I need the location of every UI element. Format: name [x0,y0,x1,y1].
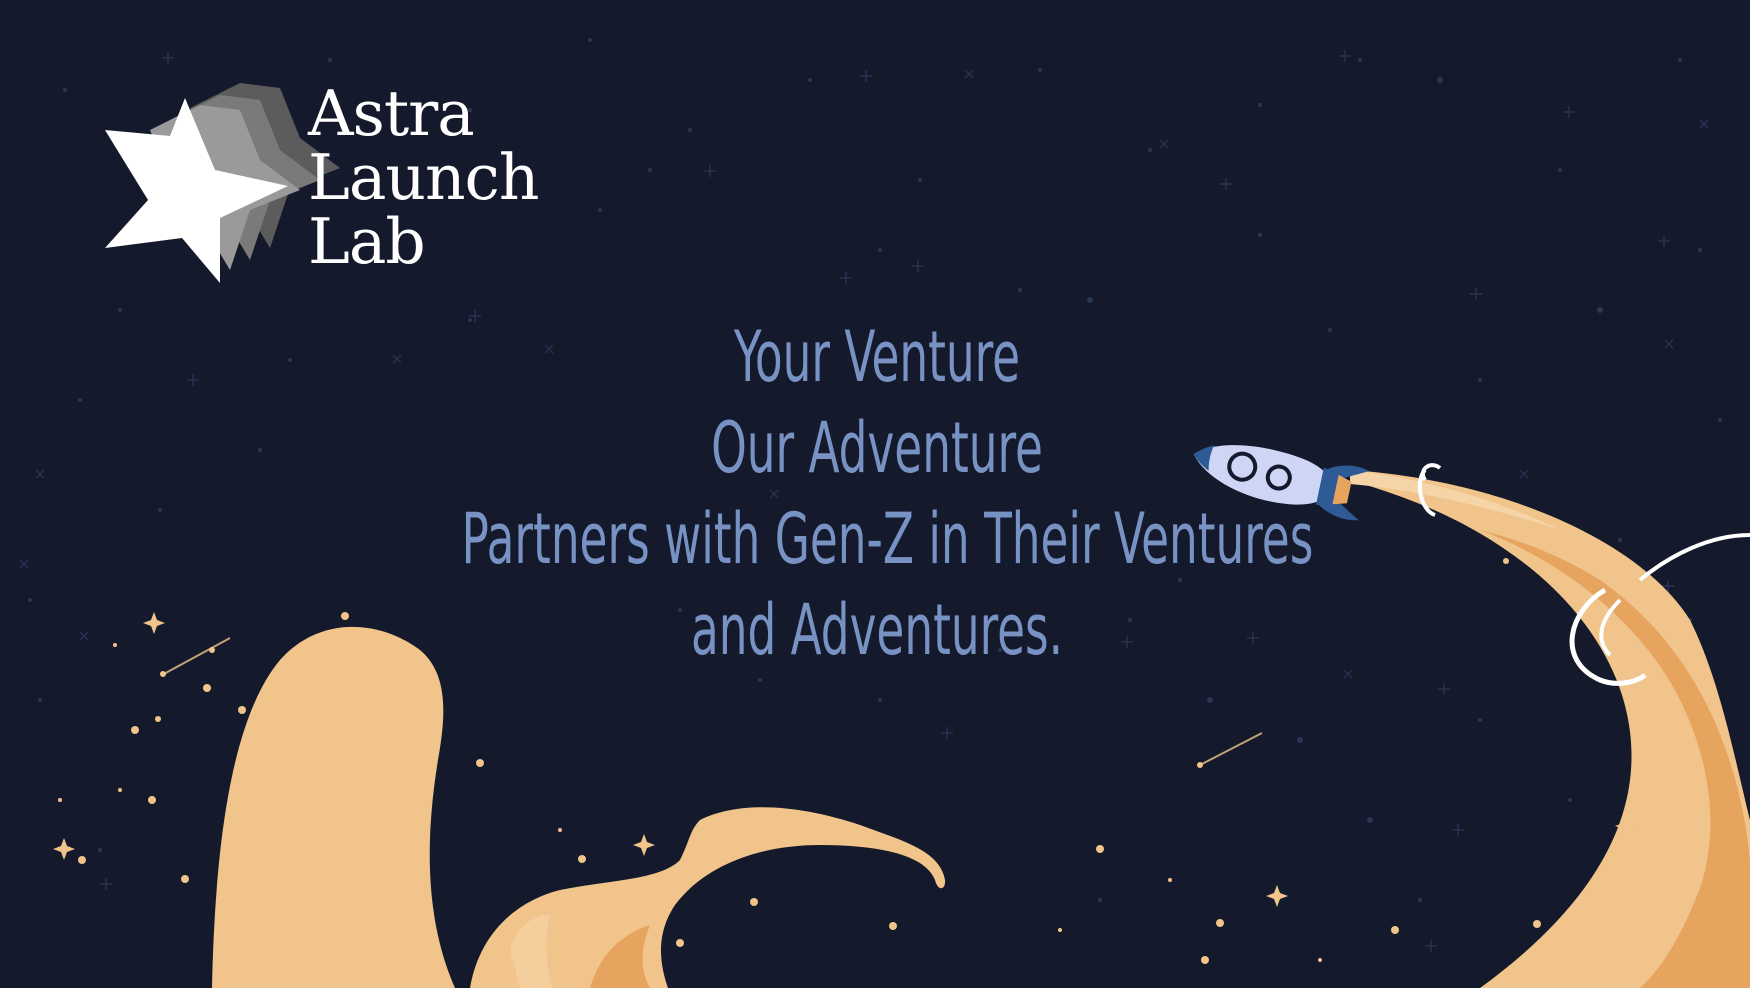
brand-logo: Astra Launch Lab [100,78,580,288]
headline-line3: Partners with Gen-Z in Their Ventures [461,498,1314,580]
headline-line1: Your Venture [733,316,1021,398]
brand-name: Astra Launch Lab [308,77,539,278]
brand-name-line1: Astra [308,77,475,150]
headline-line2: Our Adventure [711,407,1043,489]
star-icon [105,83,340,283]
headline: Your Venture Our Adventure Partners with… [300,312,1454,676]
brand-name-line3: Lab [308,205,426,278]
brand-name-line2: Launch [308,141,539,214]
slide-canvas: Astra Launch Lab Your Venture Our Advent… [0,0,1750,988]
headline-line4: and Adventures. [690,589,1064,671]
